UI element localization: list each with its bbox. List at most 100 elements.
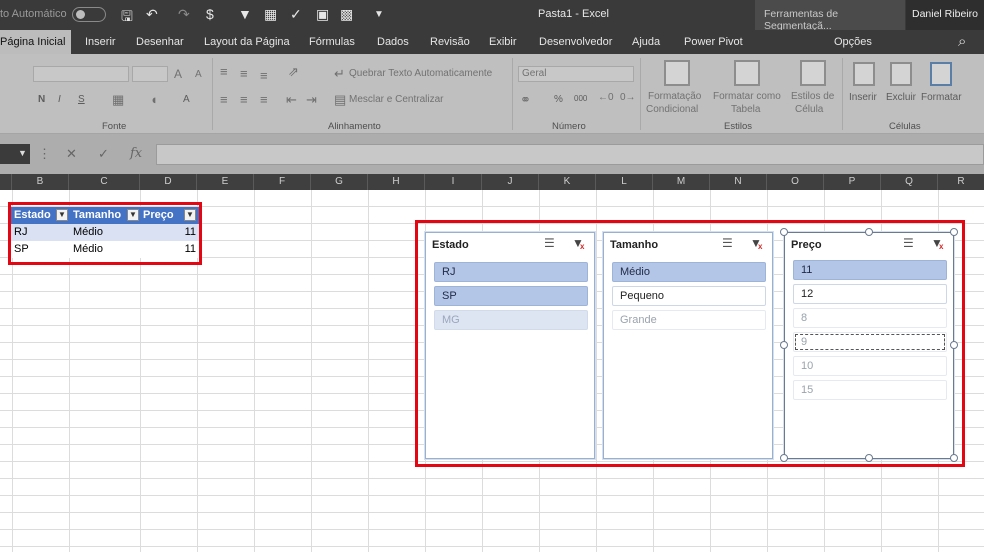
grid-line <box>311 190 312 552</box>
column-header[interactable]: M <box>653 174 710 190</box>
align-left-icon[interactable]: ≡ <box>220 92 228 107</box>
autosave-label: to Automático <box>0 8 67 20</box>
delete-cells-button[interactable]: Excluir <box>886 92 916 103</box>
align-right-icon[interactable]: ≡ <box>260 92 268 107</box>
column-header-partial[interactable] <box>0 174 12 190</box>
customize-toolbar-icon[interactable]: ▼ <box>374 9 384 20</box>
tab-revisao[interactable]: Revisão <box>430 36 470 48</box>
cancel-icon[interactable]: ✕ <box>66 146 77 162</box>
tab-pagina-inicial[interactable]: Página Inicial <box>0 30 72 54</box>
insert-cells-button[interactable]: Inserir <box>849 92 877 103</box>
print-preview-icon[interactable]: ▣ <box>316 6 329 23</box>
column-header[interactable]: Q <box>881 174 938 190</box>
tab-formulas[interactable]: Fórmulas <box>309 36 355 48</box>
column-header[interactable]: N <box>710 174 767 190</box>
tab-ajuda[interactable]: Ajuda <box>632 36 660 48</box>
format-as-table-line2[interactable]: Tabela <box>731 104 760 115</box>
tab-opcoes[interactable]: Opções <box>834 36 872 48</box>
tab-dados[interactable]: Dados <box>377 36 409 48</box>
column-headers: B C D E F G H I J K L M N O P Q R <box>0 174 984 190</box>
search-icon[interactable]: ⌕ <box>958 33 966 50</box>
format-cells-icon[interactable] <box>930 62 952 86</box>
format-as-table-line1[interactable]: Formatar como <box>713 91 781 102</box>
tab-desenhar[interactable]: Desenhar <box>136 36 184 48</box>
tab-inserir[interactable]: Inserir <box>85 36 116 48</box>
thousands-button[interactable]: 000 <box>574 94 587 103</box>
autosave-toggle[interactable] <box>72 7 106 22</box>
enter-icon[interactable]: ✓ <box>98 146 109 162</box>
align-middle-icon[interactable]: ≡ <box>240 66 248 81</box>
tab-exibir[interactable]: Exibir <box>489 36 517 48</box>
name-box-dropdown[interactable]: ▼ <box>0 144 30 164</box>
bold-button[interactable]: N <box>38 94 45 105</box>
wrap-text-button[interactable]: Quebrar Texto Automaticamente <box>349 68 492 79</box>
tab-desenvolvedor[interactable]: Desenvolvedor <box>539 36 612 48</box>
currency-icon[interactable]: ⚭ <box>520 92 531 108</box>
group-separator <box>212 58 213 130</box>
format-as-table-icon[interactable] <box>734 60 760 86</box>
insert-cells-icon[interactable] <box>853 62 875 86</box>
column-header[interactable]: O <box>767 174 824 190</box>
column-header[interactable]: G <box>311 174 368 190</box>
cell-styles-line1[interactable]: Estilos de <box>791 91 834 102</box>
align-bottom-icon[interactable]: ≡ <box>260 68 268 83</box>
column-header[interactable]: F <box>254 174 311 190</box>
font-color-button[interactable]: A <box>183 94 190 105</box>
conditional-format-icon[interactable] <box>664 60 690 86</box>
undo-icon[interactable]: ↶ <box>146 6 158 23</box>
filter-icon[interactable]: ▼ <box>238 6 252 22</box>
macro-icon[interactable]: ▩ <box>340 6 353 23</box>
column-header[interactable]: J <box>482 174 539 190</box>
increase-indent-icon[interactable]: ⇥ <box>306 92 317 108</box>
increase-decimal-icon[interactable]: ←0 <box>598 92 614 103</box>
align-top-icon[interactable]: ≡ <box>220 64 228 79</box>
column-header[interactable]: D <box>140 174 197 190</box>
number-format-dropdown[interactable]: Geral <box>518 66 634 82</box>
align-center-icon[interactable]: ≡ <box>240 92 248 107</box>
cell-styles-icon[interactable] <box>800 60 826 86</box>
group-separator <box>512 58 513 130</box>
orientation-icon[interactable]: ⇗ <box>288 64 299 80</box>
borders-icon[interactable]: ▦ <box>112 92 124 108</box>
conditional-format-line2[interactable]: Condicional <box>646 104 698 115</box>
conditional-format-line1[interactable]: Formatação <box>648 91 701 102</box>
column-header[interactable]: P <box>824 174 881 190</box>
column-header[interactable]: R <box>938 174 984 190</box>
cells-group-label: Células <box>889 121 921 132</box>
grow-font-button[interactable]: A <box>174 67 182 81</box>
merge-center-button[interactable]: Mesclar e Centralizar <box>349 94 443 105</box>
column-header[interactable]: I <box>425 174 482 190</box>
column-header[interactable]: B <box>12 174 69 190</box>
cell-styles-line2[interactable]: Célula <box>795 104 823 115</box>
decrease-decimal-icon[interactable]: 0→ <box>620 92 636 103</box>
redo-icon[interactable]: ↷ <box>178 6 190 23</box>
italic-button[interactable]: I <box>58 94 61 105</box>
tab-layout-da-pagina[interactable]: Layout da Página <box>204 36 290 48</box>
tab-power-pivot[interactable]: Power Pivot <box>684 36 743 48</box>
formula-input[interactable] <box>156 144 984 165</box>
column-header[interactable]: K <box>539 174 596 190</box>
money-icon[interactable]: $ <box>206 6 214 22</box>
percent-button[interactable]: % <box>554 94 563 105</box>
insert-function-button[interactable]: fx <box>130 146 142 161</box>
decrease-indent-icon[interactable]: ⇤ <box>286 92 297 108</box>
spelling-icon[interactable]: ✓ <box>290 6 302 23</box>
fill-color-icon[interactable]: ◖ <box>150 92 158 107</box>
column-header[interactable]: H <box>368 174 425 190</box>
column-header[interactable]: E <box>197 174 254 190</box>
form-icon[interactable]: ▦ <box>264 6 277 23</box>
format-cells-button[interactable]: Formatar <box>921 92 962 103</box>
column-header[interactable]: C <box>69 174 140 190</box>
styles-group-label: Estilos <box>724 121 752 132</box>
save-icon[interactable]: 🖫 <box>121 6 133 30</box>
formula-bar: ▼ ⋮ ✕ ✓ fx <box>0 134 984 174</box>
underline-button[interactable]: S <box>78 94 85 105</box>
font-size-box[interactable] <box>132 66 168 82</box>
font-group-label: Fonte <box>102 121 127 132</box>
shrink-font-button[interactable]: A <box>195 69 202 80</box>
column-header[interactable]: L <box>596 174 653 190</box>
font-name-box[interactable] <box>33 66 129 82</box>
delete-cells-icon[interactable] <box>890 62 912 86</box>
alignment-group-label: Alinhamento <box>328 121 381 132</box>
user-name[interactable]: Daniel Ribeiro <box>906 0 984 30</box>
